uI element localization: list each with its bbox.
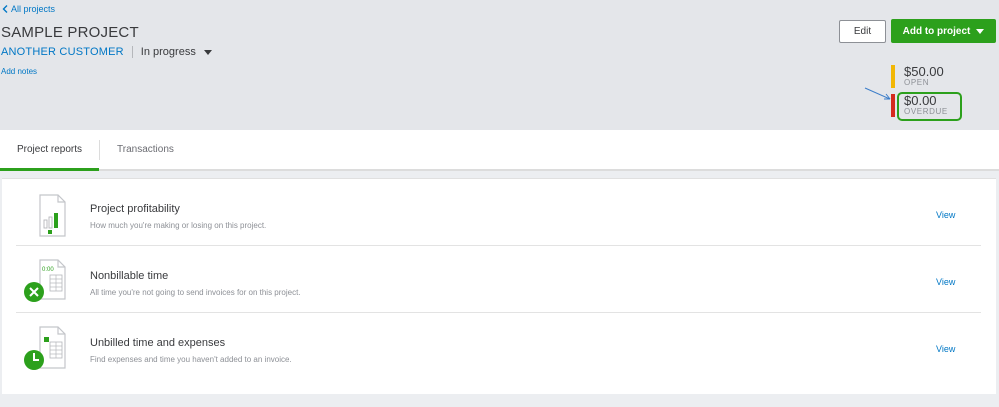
report-description: Find expenses and time you haven't added… [90, 355, 292, 364]
project-meta: ANOTHER CUSTOMER In progress [1, 46, 212, 58]
report-description: How much you're making or losing on this… [90, 221, 267, 230]
project-header: All projects SAMPLE PROJECT ANOTHER CUST… [0, 0, 999, 130]
chevron-down-icon [203, 49, 212, 55]
chevron-down-icon [976, 28, 985, 34]
report-row-unbilled[interactable]: Unbilled time and expenses Find expenses… [16, 313, 981, 380]
unbilled-time-icon [24, 326, 66, 370]
view-profitability-link[interactable]: View [936, 210, 955, 220]
overdue-status-bar [891, 94, 895, 117]
nonbillable-time-icon: 0:00 [24, 259, 66, 302]
annotation-arrow-icon [864, 87, 891, 100]
open-amount: $50.00 OPEN [891, 65, 944, 88]
profitability-chart-icon [39, 194, 66, 237]
all-projects-link[interactable]: All projects [2, 4, 55, 14]
report-title: Nonbillable time [90, 270, 169, 282]
add-notes-link[interactable]: Add notes [1, 67, 37, 76]
view-nonbillable-link[interactable]: View [936, 277, 955, 287]
all-projects-label: All projects [11, 4, 56, 14]
customer-link[interactable]: ANOTHER CUSTOMER [1, 46, 124, 58]
open-status-bar [891, 65, 895, 88]
tab-bar: Project reports Transactions [0, 130, 999, 171]
timer-digits: 0:00 [42, 267, 54, 273]
reports-panel: Project profitability How much you're ma… [2, 178, 996, 394]
chevron-left-icon [2, 5, 8, 13]
add-to-project-label: Add to project [902, 25, 971, 37]
add-to-project-button[interactable]: Add to project [891, 19, 996, 43]
edit-button[interactable]: Edit [839, 20, 886, 43]
tab-project-reports[interactable]: Project reports [0, 130, 99, 171]
status-value: In progress [140, 46, 196, 58]
divider [131, 46, 133, 58]
tab-divider [99, 140, 100, 160]
open-amount-value: $50.00 [904, 64, 944, 79]
view-unbilled-link[interactable]: View [936, 344, 955, 354]
report-row-profitability[interactable]: Project profitability How much you're ma… [16, 179, 981, 246]
tab-transactions[interactable]: Transactions [117, 130, 174, 169]
overdue-highlight-box [897, 92, 962, 121]
page-title: SAMPLE PROJECT [1, 24, 139, 41]
report-description: All time you're not going to send invoic… [90, 288, 301, 297]
report-title: Unbilled time and expenses [90, 337, 226, 349]
report-row-nonbillable[interactable]: 0:00 Nonbillable time All time you're no… [16, 246, 981, 313]
report-title: Project profitability [90, 203, 180, 215]
open-amount-label: OPEN [904, 78, 930, 87]
status-dropdown[interactable]: In progress [141, 46, 212, 58]
